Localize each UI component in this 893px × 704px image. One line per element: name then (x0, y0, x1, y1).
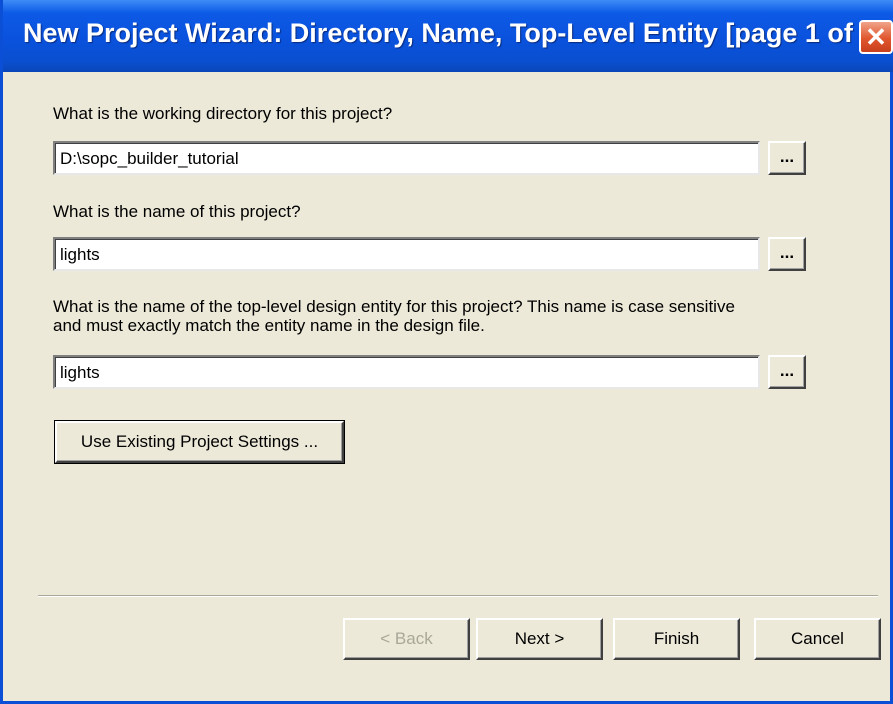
top-level-entity-label-line1: What is the name of the top-level design… (53, 297, 735, 316)
close-icon[interactable]: ✕ (859, 20, 893, 54)
button-separator (38, 595, 878, 597)
directory-browse-button[interactable]: ... (768, 141, 806, 175)
window-title: New Project Wizard: Directory, Name, Top… (23, 18, 885, 48)
finish-button[interactable]: Finish (613, 618, 740, 660)
project-name-input[interactable]: lights (53, 237, 760, 271)
new-project-wizard-window: New Project Wizard: Directory, Name, Top… (0, 0, 893, 704)
cancel-button[interactable]: Cancel (754, 618, 881, 660)
directory-label: What is the working directory for this p… (53, 104, 393, 123)
back-button[interactable]: < Back (343, 618, 470, 660)
use-existing-settings-button[interactable]: Use Existing Project Settings ... (54, 420, 345, 464)
directory-input[interactable]: D:\sopc_builder_tutorial (53, 141, 760, 175)
project-name-browse-button[interactable]: ... (768, 237, 806, 271)
project-name-label: What is the name of this project? (53, 202, 301, 221)
top-level-entity-label-line2: and must exactly match the entity name i… (53, 316, 485, 335)
title-bar[interactable]: New Project Wizard: Directory, Name, Top… (3, 0, 893, 72)
top-level-entity-browse-button[interactable]: ... (768, 355, 806, 389)
top-level-entity-input[interactable]: lights (53, 355, 760, 389)
next-button[interactable]: Next > (476, 618, 603, 660)
